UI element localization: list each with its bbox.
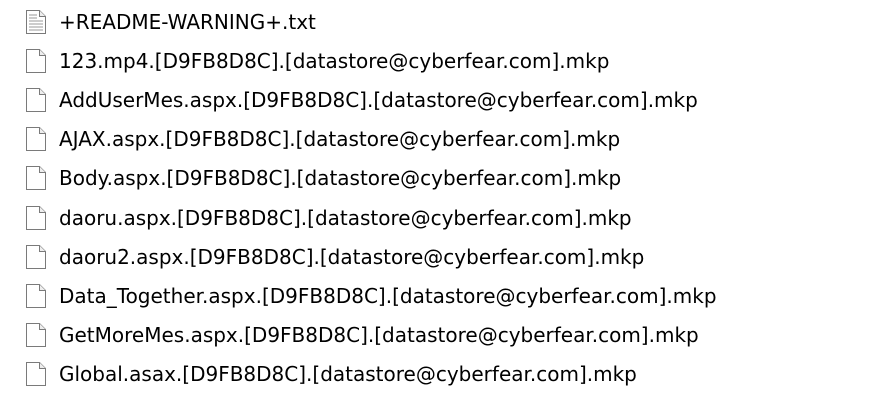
blank-file-icon: [24, 86, 48, 114]
blank-file-icon: [24, 321, 48, 349]
file-row[interactable]: Global.asax.[D9FB8D8C].[datastore@cyberf…: [0, 355, 893, 394]
file-name: daoru2.aspx.[D9FB8D8C].[datastore@cyberf…: [59, 244, 645, 269]
file-row[interactable]: Data_Together.aspx.[D9FB8D8C].[datastore…: [0, 276, 893, 315]
blank-file-icon: [24, 125, 48, 153]
blank-file-icon: [24, 47, 48, 75]
blank-file-icon: [24, 204, 48, 232]
text-file-icon: [24, 8, 48, 36]
blank-file-icon: [24, 243, 48, 271]
file-row[interactable]: 123.mp4.[D9FB8D8C].[datastore@cyberfear.…: [0, 41, 893, 80]
file-row[interactable]: Body.aspx.[D9FB8D8C].[datastore@cyberfea…: [0, 159, 893, 198]
file-row[interactable]: AJAX.aspx.[D9FB8D8C].[datastore@cyberfea…: [0, 120, 893, 159]
blank-file-icon: [24, 396, 46, 400]
file-row[interactable]: GetMoreMes.aspx.[D9FB8D8C].[datastore@cy…: [0, 316, 893, 355]
partial-file-row[interactable]: [24, 396, 48, 400]
file-name: GetMoreMes.aspx.[D9FB8D8C].[datastore@cy…: [59, 323, 699, 348]
file-name: daoru.aspx.[D9FB8D8C].[datastore@cyberfe…: [59, 205, 632, 230]
blank-file-icon: [24, 282, 48, 310]
file-name: Global.asax.[D9FB8D8C].[datastore@cyberf…: [59, 362, 637, 387]
file-name: AJAX.aspx.[D9FB8D8C].[datastore@cyberfea…: [59, 127, 621, 152]
file-row[interactable]: +README-WARNING+.txt: [0, 2, 893, 41]
file-name: 123.mp4.[D9FB8D8C].[datastore@cyberfear.…: [59, 48, 610, 73]
file-row[interactable]: daoru2.aspx.[D9FB8D8C].[datastore@cyberf…: [0, 237, 893, 276]
file-name: Data_Together.aspx.[D9FB8D8C].[datastore…: [59, 283, 717, 308]
blank-file-icon: [24, 360, 48, 388]
file-name: AddUserMes.aspx.[D9FB8D8C].[datastore@cy…: [59, 87, 698, 112]
file-row[interactable]: daoru.aspx.[D9FB8D8C].[datastore@cyberfe…: [0, 198, 893, 237]
file-list: +README-WARNING+.txt 123.mp4.[D9FB8D8C].…: [0, 0, 893, 400]
file-name: Body.aspx.[D9FB8D8C].[datastore@cyberfea…: [59, 166, 622, 191]
file-name: +README-WARNING+.txt: [59, 9, 316, 34]
file-row[interactable]: AddUserMes.aspx.[D9FB8D8C].[datastore@cy…: [0, 80, 893, 119]
blank-file-icon: [24, 164, 48, 192]
